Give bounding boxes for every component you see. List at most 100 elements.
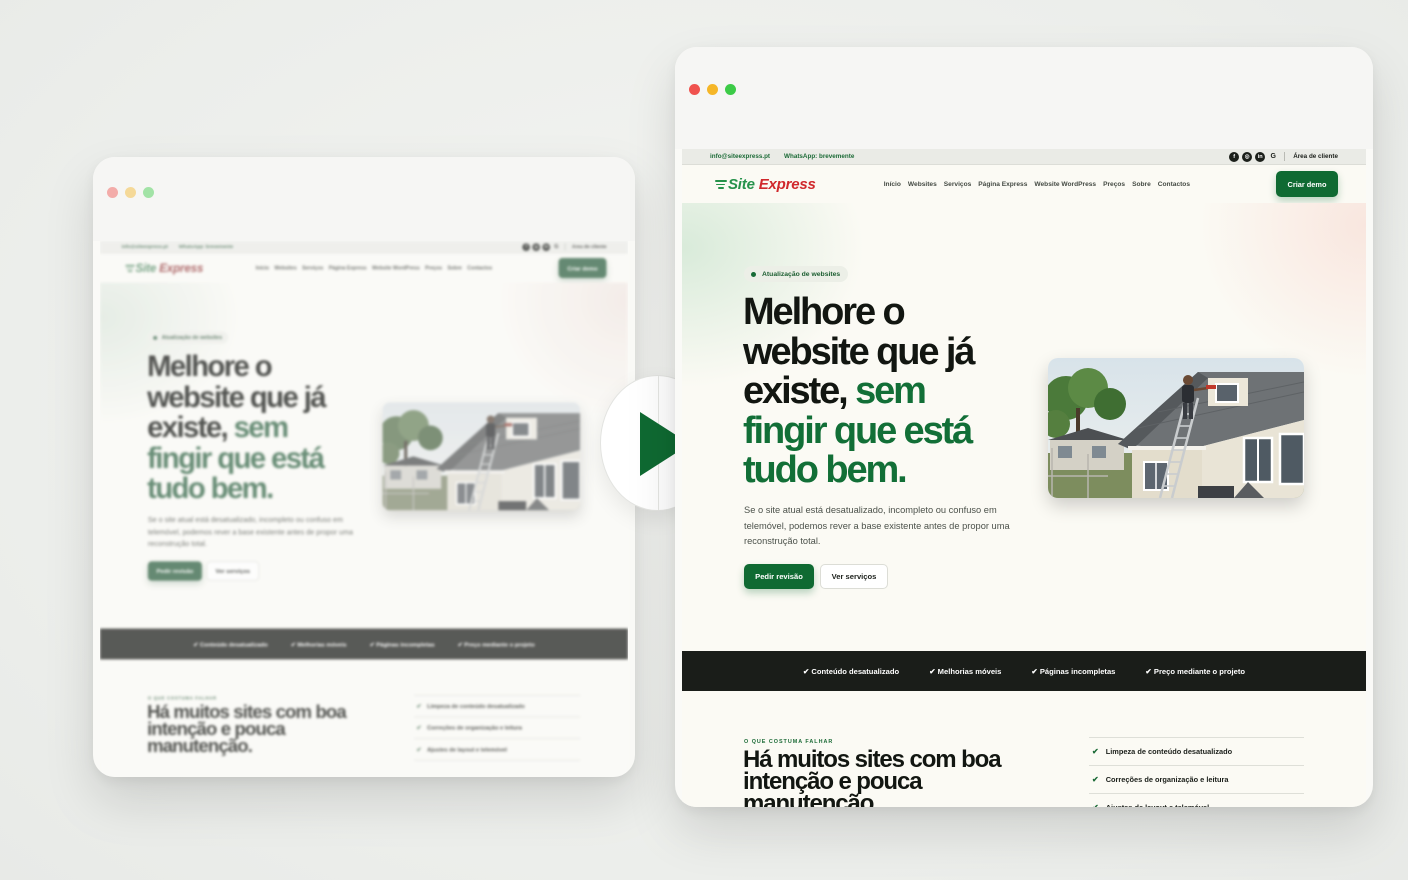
create-demo-button[interactable]: Criar demo [558, 257, 607, 279]
house-renovation-illustration [382, 402, 581, 511]
checklist-item-label: Ajustes de layout e telemóvel [1106, 803, 1210, 807]
linkedin-icon[interactable]: in [1255, 151, 1266, 162]
hero-title: Melhore o website que já existe, sem fin… [743, 292, 1013, 491]
nav-link-contactos[interactable]: Contactos [467, 265, 492, 270]
hero-badge-label: Atualização de websites [161, 334, 223, 341]
create-demo-button[interactable]: Criar demo [1276, 171, 1338, 197]
topbar-email-link[interactable]: info@siteexpress.pt [710, 153, 770, 160]
after-website: info@siteexpress.pt WhatsApp: brevemente… [682, 149, 1366, 807]
social-links: f ◎ in G [1229, 151, 1278, 162]
facebook-icon[interactable]: f [1229, 151, 1240, 162]
nav-link-website-wordpress[interactable]: Website WordPress [372, 265, 420, 270]
nav-link-sobre[interactable]: Sobre [447, 265, 461, 270]
nav-link-websites[interactable]: Websites [274, 265, 296, 270]
check-icon: ✔ [416, 724, 422, 732]
before-website: info@siteexpress.pt WhatsApp: brevemente… [100, 241, 628, 777]
checklist-item-label: Correções de organização e leitura [427, 724, 522, 732]
nav-link-websites[interactable]: Websites [908, 181, 937, 188]
hero-badge: Atualização de websites [147, 331, 229, 344]
strip-item-outdated-content: ✔ Conteúdo desatualizado [193, 640, 268, 648]
nav-link-website-wordpress[interactable]: Website WordPress [1034, 181, 1096, 188]
badge-dot-icon [153, 335, 158, 340]
topbar-divider [564, 243, 566, 251]
nav-link-sobre[interactable]: Sobre [1132, 181, 1151, 188]
list-item: ✔ Limpeza de conteúdo desatualizado [414, 696, 581, 718]
hero-section: Atualização de websites Melhore o websit… [100, 282, 628, 629]
google-icon[interactable]: G [1268, 152, 1278, 162]
section-eyebrow: O QUE COSTUMA FALHAR [744, 739, 834, 745]
logo-speed-lines-icon [715, 179, 727, 189]
nav-link-precos[interactable]: Preços [425, 265, 442, 270]
badge-dot-icon [751, 271, 756, 277]
client-area-link[interactable]: Área de cliente [1293, 153, 1338, 160]
topbar-whatsapp[interactable]: WhatsApp: brevemente [179, 244, 233, 249]
list-item: ✔ Limpeza de conteúdo desatualizado [1089, 738, 1304, 766]
request-review-button[interactable]: Pedir revisão [744, 564, 814, 589]
site-logo[interactable]: Site Express [125, 261, 203, 275]
hero-photo-worker-on-ladder [382, 402, 581, 511]
list-item: ✔ Correções de organização e leitura [414, 717, 581, 739]
before-window-chrome [93, 157, 635, 241]
logo-speed-lines-icon [125, 264, 135, 272]
strip-item-mobile-improvements: ✔ Melhorias móveis [290, 640, 347, 648]
list-item: ✔ Ajustes de layout e telemóvel [414, 739, 581, 761]
strip-item-project-pricing: ✔ Preço mediante o projeto [1145, 666, 1246, 676]
section-title: Há muitos sites com boa intenção e pouca… [743, 746, 1002, 808]
nav-link-servicos[interactable]: Serviços [302, 265, 323, 270]
strip-item-project-pricing: ✔ Preço mediante o projeto [457, 640, 535, 648]
main-nav: Início Websites Serviços Página Express … [256, 265, 492, 270]
site-navbar: Site Express Início Websites Serviços Pá… [100, 253, 628, 283]
close-dot-icon [107, 187, 118, 198]
view-services-button[interactable]: Ver serviços [820, 564, 888, 589]
hero-description: Se o site atual está desatualizado, inco… [147, 515, 353, 548]
check-icon: ✔ [416, 702, 422, 710]
site-navbar: Site Express Início Websites Serviços Pá… [682, 165, 1366, 203]
after-browser-window: info@siteexpress.pt WhatsApp: brevemente… [675, 47, 1373, 807]
nav-link-inicio[interactable]: Início [884, 181, 901, 188]
site-logo[interactable]: Site Express [715, 176, 816, 193]
topbar-email-link[interactable]: info@siteexpress.pt [122, 244, 168, 249]
check-icon: ✔ [1092, 775, 1099, 784]
facebook-icon[interactable]: f [522, 242, 531, 251]
list-item: ✔ Correções de organização e leitura [1089, 766, 1304, 794]
minimize-dot-icon[interactable] [707, 84, 718, 95]
maximize-dot-icon[interactable] [725, 84, 736, 95]
logo-text-site: Site [135, 261, 157, 275]
nav-link-inicio[interactable]: Início [256, 265, 269, 270]
before-viewport: info@siteexpress.pt WhatsApp: brevemente… [100, 241, 628, 777]
client-area-link[interactable]: Área de cliente [572, 244, 607, 249]
after-window-chrome [675, 47, 1373, 149]
instagram-icon[interactable]: ◎ [532, 242, 541, 251]
instagram-icon[interactable]: ◎ [1242, 151, 1253, 162]
view-services-button[interactable]: Ver serviços [206, 561, 260, 581]
check-icon: ✔ [1092, 747, 1099, 756]
hero-badge: Atualização de websites [744, 266, 849, 282]
checklist-item-label: Limpeza de conteúdo desatualizado [1105, 747, 1233, 756]
before-browser-window: info@siteexpress.pt WhatsApp: brevemente… [93, 157, 635, 777]
social-links: f ◎ in G [522, 242, 561, 251]
house-renovation-illustration [1048, 358, 1304, 498]
nav-link-contactos[interactable]: Contactos [1158, 181, 1190, 188]
check-icon: ✔ [1092, 803, 1099, 807]
checklist-item-label: Ajustes de layout e telemóvel [427, 745, 508, 753]
request-review-button[interactable]: Pedir revisão [147, 561, 202, 581]
main-nav: Início Websites Serviços Página Express … [884, 181, 1190, 188]
nav-link-precos[interactable]: Preços [1103, 181, 1125, 188]
maximize-dot-icon [143, 187, 154, 198]
close-dot-icon[interactable] [689, 84, 700, 95]
nav-link-pagina-express[interactable]: Página Express [978, 181, 1027, 188]
checklist-item-label: Correções de organização e leitura [1105, 775, 1229, 784]
nav-link-pagina-express[interactable]: Página Express [329, 265, 367, 270]
site-topbar: info@siteexpress.pt WhatsApp: brevemente… [682, 149, 1366, 165]
checklist-item-label: Limpeza de conteúdo desatualizado [427, 702, 525, 710]
topbar-whatsapp[interactable]: WhatsApp: brevemente [784, 153, 854, 160]
linkedin-icon[interactable]: in [542, 242, 551, 251]
topbar-divider [1284, 152, 1286, 161]
strip-item-mobile-improvements: ✔ Melhorias móveis [929, 666, 1002, 676]
nav-link-servicos[interactable]: Serviços [944, 181, 972, 188]
list-item: ✔ Ajustes de layout e telemóvel [1089, 794, 1304, 807]
hero-photo-worker-on-ladder [1048, 358, 1304, 498]
failures-checklist: ✔ Limpeza de conteúdo desatualizado ✔ Co… [414, 694, 581, 761]
minimize-dot-icon [125, 187, 136, 198]
google-icon[interactable]: G [553, 243, 561, 251]
